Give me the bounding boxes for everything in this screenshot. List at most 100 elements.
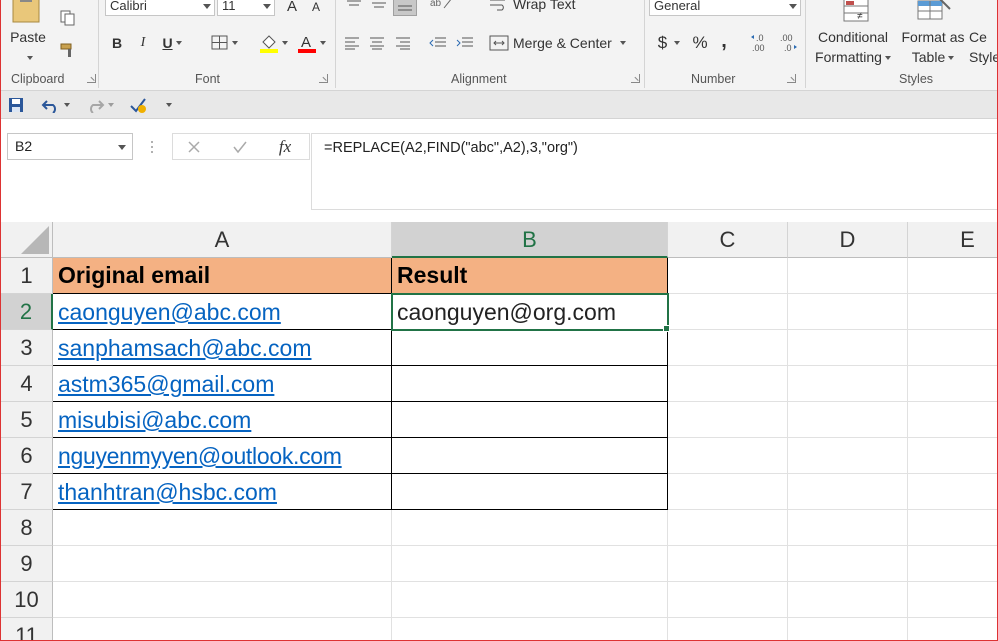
cell-b1[interactable]: Result [392,258,668,294]
grow-font-button[interactable]: A [283,0,301,16]
cell-c6[interactable] [668,438,788,474]
row-header-3[interactable]: 3 [1,330,53,366]
cell-d7[interactable] [788,474,908,510]
cell-c7[interactable] [668,474,788,510]
cell-e11[interactable] [908,618,997,640]
bold-button[interactable]: B [107,33,127,53]
align-bottom-icon[interactable] [393,0,417,16]
cell-d9[interactable] [788,546,908,582]
row-header-5[interactable]: 5 [1,402,53,438]
row-header-10[interactable]: 10 [1,582,53,618]
enter-icon[interactable] [229,137,251,157]
cell-e10[interactable] [908,582,997,618]
cell-c2[interactable] [668,294,788,330]
percent-button[interactable]: % [689,32,711,54]
conditional-formatting-icon[interactable]: ≠ [837,0,877,24]
cell-a10[interactable] [53,582,392,618]
cell-e2[interactable] [908,294,997,330]
cell-b9[interactable] [392,546,668,582]
cell-a1[interactable]: Original email [53,258,392,294]
shrink-font-button[interactable]: A [307,0,325,16]
clipboard-launcher-icon[interactable] [87,74,96,83]
align-middle-icon[interactable] [368,0,390,14]
row-header-11[interactable]: 11 [1,618,53,640]
cell-c1[interactable] [668,258,788,294]
increase-indent-icon[interactable] [453,33,477,53]
format-painter-icon[interactable] [58,40,78,60]
cell-a5[interactable]: misubisi@abc.com [53,402,392,438]
select-all-button[interactable] [1,222,53,258]
cell-c9[interactable] [668,546,788,582]
save-icon[interactable] [7,96,25,114]
row-header-9[interactable]: 9 [1,546,53,582]
underline-button[interactable]: U [157,33,187,53]
number-format-combo[interactable]: General [649,0,801,16]
column-header-c[interactable]: C [668,222,788,258]
row-header-6[interactable]: 6 [1,438,53,474]
cell-d4[interactable] [788,366,908,402]
cell-a3[interactable]: sanphamsach@abc.com [53,330,392,366]
fill-color-icon[interactable] [255,31,291,55]
cell-e9[interactable] [908,546,997,582]
column-header-e[interactable]: E [908,222,997,258]
font-color-icon[interactable]: A [293,31,329,55]
paste-button[interactable]: Paste [5,27,51,67]
cell-a8[interactable] [53,510,392,546]
italic-button[interactable]: I [133,33,153,53]
cell-a6[interactable]: nguyenmyyen@outlook.com [53,438,392,474]
formula-input[interactable]: =REPLACE(A2,FIND("abc",A2),3,"org") [311,133,997,210]
name-box[interactable]: B2 [7,133,133,160]
formula-bar-grip[interactable] [150,139,154,155]
row-header-4[interactable]: 4 [1,366,53,402]
fill-handle[interactable] [663,325,670,332]
cell-c4[interactable] [668,366,788,402]
cell-b11[interactable] [392,618,668,640]
align-center-icon[interactable] [366,33,388,53]
cell-d11[interactable] [788,618,908,640]
increase-decimal-icon[interactable]: .0.00 [749,30,773,56]
cell-c10[interactable] [668,582,788,618]
undo-icon[interactable] [39,95,71,115]
orientation-icon[interactable]: ab [427,0,457,12]
format-as-table-icon[interactable] [913,0,955,24]
alignment-launcher-icon[interactable] [631,74,640,83]
cancel-icon[interactable] [183,137,205,157]
cell-e5[interactable] [908,402,997,438]
conditional-formatting-button[interactable]: Conditional Formatting [809,27,897,67]
font-launcher-icon[interactable] [319,74,328,83]
cell-e4[interactable] [908,366,997,402]
column-header-a[interactable]: A [53,222,392,258]
wrap-text-button[interactable]: Wrap Text [489,0,589,14]
cell-a2[interactable]: caonguyen@abc.com [53,294,392,330]
row-header-7[interactable]: 7 [1,474,53,510]
cell-e1[interactable] [908,258,997,294]
cell-styles-button[interactable]: Ce Style [969,27,997,67]
redo-icon[interactable] [83,95,115,115]
cell-b10[interactable] [392,582,668,618]
format-as-table-button[interactable]: Format as Table [898,27,968,67]
cell-b6[interactable] [392,438,668,474]
align-left-icon[interactable] [341,33,363,53]
cell-e3[interactable] [908,330,997,366]
cell-b4[interactable] [392,366,668,402]
column-header-b[interactable]: B [392,222,668,258]
cell-c8[interactable] [668,510,788,546]
comma-button[interactable]: , [713,30,735,52]
cell-b2[interactable]: caonguyen@org.com [391,293,669,331]
cell-c5[interactable] [668,402,788,438]
cell-b5[interactable] [392,402,668,438]
merge-center-button[interactable]: Merge & Center [489,32,639,54]
row-header-1[interactable]: 1 [1,258,53,294]
paste-icon[interactable] [7,0,45,24]
column-header-d[interactable]: D [788,222,908,258]
cell-b7[interactable] [392,474,668,510]
row-header-2[interactable]: 2 [1,294,53,330]
cell-d8[interactable] [788,510,908,546]
number-launcher-icon[interactable] [787,74,796,83]
insert-function-button[interactable]: fx [273,136,297,158]
copy-icon[interactable] [58,8,78,28]
decrease-decimal-icon[interactable]: .00.0 [777,30,801,56]
align-top-icon[interactable] [343,0,365,14]
currency-button[interactable]: $ [651,32,687,54]
cell-a9[interactable] [53,546,392,582]
